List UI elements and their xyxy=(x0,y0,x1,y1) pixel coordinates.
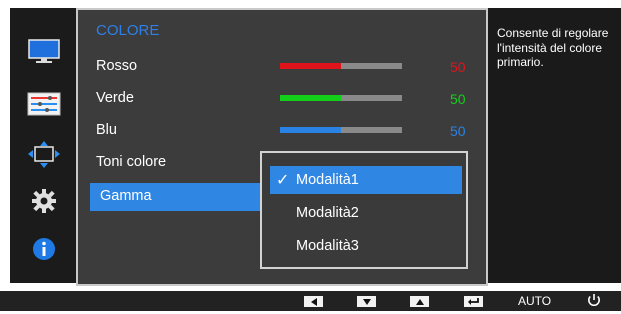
auto-button[interactable]: AUTO xyxy=(518,294,551,308)
down-arrow-icon[interactable] xyxy=(357,296,376,307)
rosso-value: 50 xyxy=(450,59,466,75)
section-title: COLORE xyxy=(96,22,160,39)
up-arrow-icon[interactable] xyxy=(410,296,429,307)
power-icon[interactable] xyxy=(585,291,603,309)
info-icon[interactable] xyxy=(24,232,64,266)
settings-gear-icon[interactable] xyxy=(24,184,64,218)
osd-sidebar xyxy=(10,8,76,283)
enter-icon[interactable] xyxy=(464,296,483,307)
option-label: Modalità2 xyxy=(296,205,359,221)
rosso-slider[interactable] xyxy=(280,63,402,69)
dropdown-option-modalita3[interactable]: Modalità3 xyxy=(270,232,462,260)
menu-item-gamma[interactable]: Gamma xyxy=(90,183,260,211)
color-sliders-icon[interactable] xyxy=(24,87,64,121)
verde-slider[interactable] xyxy=(280,95,402,101)
verde-slider-fill xyxy=(280,95,341,101)
menu-item-verde[interactable]: Verde xyxy=(96,90,134,106)
menu-item-blu[interactable]: Blu xyxy=(96,122,117,138)
menu-item-rosso[interactable]: Rosso xyxy=(96,58,137,74)
blu-slider-fill xyxy=(280,127,341,133)
dropdown-option-modalita1[interactable]: ✓ Modalità1 xyxy=(270,166,462,194)
size-position-icon[interactable] xyxy=(24,138,64,172)
blu-value: 50 xyxy=(450,123,466,139)
gamma-dropdown: ✓ Modalità1 Modalità2 Modalità3 xyxy=(260,151,468,269)
dropdown-option-modalita2[interactable]: Modalità2 xyxy=(270,199,462,227)
option-label: Modalità3 xyxy=(296,238,359,254)
rosso-slider-fill xyxy=(280,63,341,69)
menu-item-toni-colore[interactable]: Toni colore xyxy=(96,154,166,170)
left-arrow-icon[interactable] xyxy=(304,296,323,307)
blu-slider[interactable] xyxy=(280,127,402,133)
option-label: Modalità1 xyxy=(296,172,359,188)
checkmark-icon: ✓ xyxy=(276,172,290,189)
verde-value: 50 xyxy=(450,91,466,107)
gamma-label: Gamma xyxy=(100,188,152,204)
monitor-icon[interactable] xyxy=(24,34,64,68)
help-text: Consente di regolare l'intensità del col… xyxy=(497,26,609,69)
